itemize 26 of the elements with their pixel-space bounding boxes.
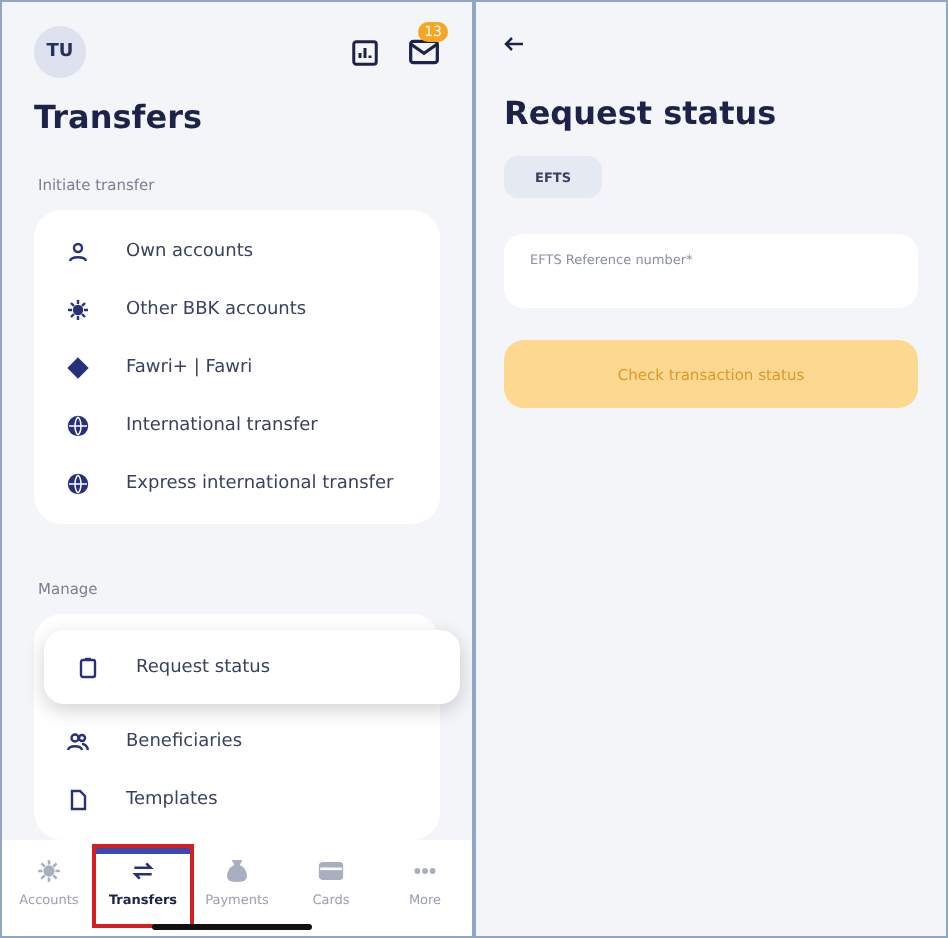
chart-icon[interactable] [350, 37, 380, 67]
sun-icon [66, 297, 90, 321]
avatar[interactable]: TU [34, 26, 86, 78]
menu-item[interactable]: Other BBK accounts [34, 280, 440, 338]
transfer-arrows-icon [130, 858, 156, 884]
menu-item[interactable]: International transfer [34, 396, 440, 454]
globe-icon [66, 413, 90, 437]
menu-item[interactable]: Own accounts [34, 222, 440, 280]
menu-item[interactable]: Request status [44, 630, 460, 704]
card-icon [318, 858, 344, 884]
sun-icon [36, 858, 62, 884]
back-arrow-icon[interactable] [504, 36, 524, 52]
people-icon [66, 729, 90, 753]
page-title: Transfers [34, 98, 204, 136]
mail-icon[interactable] [408, 38, 440, 66]
person-icon [66, 239, 90, 263]
menu-item[interactable]: Express international transfer [34, 454, 440, 512]
globe-icon [66, 471, 90, 495]
menu-item[interactable]: Fawri+ | Fawri [34, 338, 440, 396]
diamond-icon [66, 355, 90, 379]
file-icon [66, 787, 90, 811]
money-bag-icon [224, 858, 250, 884]
clipboard-icon [76, 655, 100, 679]
page-title: Request status [504, 94, 779, 132]
menu-item[interactable]: Beneficiaries [34, 712, 440, 770]
menu-item[interactable]: Templates [34, 770, 440, 828]
